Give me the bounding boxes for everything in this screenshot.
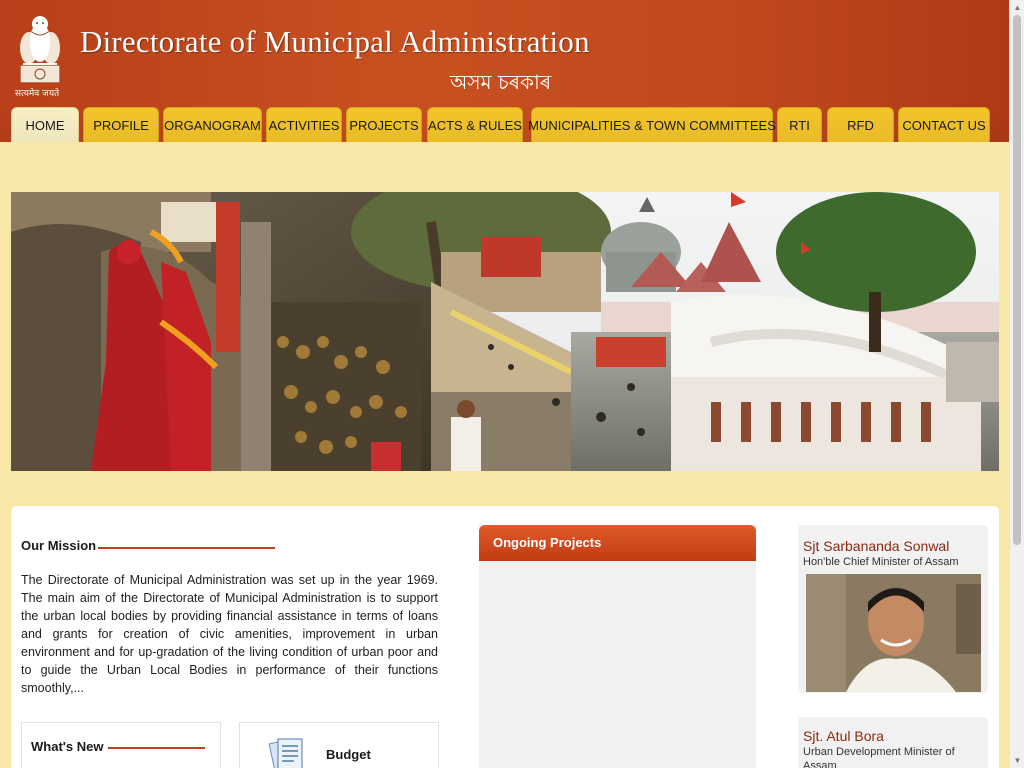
site-title[interactable]: Directorate of Municipal Administration <box>80 24 590 60</box>
ongoing-projects-panel: Ongoing Projects <box>479 525 756 768</box>
person-name[interactable]: Sjt. Atul Bora <box>803 728 884 744</box>
page-scrollbar[interactable]: ▲ ▼ <box>1009 0 1024 768</box>
nav-contact-us[interactable]: CONTACT US <box>898 107 990 142</box>
nav-organogram[interactable]: ORGANOGRAM <box>163 107 262 142</box>
budget-panel[interactable]: Budget <box>239 722 439 768</box>
main-content: Our Mission The Directorate of Municipal… <box>11 506 999 768</box>
site-subtitle: অসম চৰকাৰ <box>450 70 552 94</box>
nav-rfd[interactable]: RFD <box>827 107 894 142</box>
nav-municipalities[interactable]: MUNICIPALITIES & TOWN COMMITTEES <box>528 107 776 142</box>
whats-new-title: What's New <box>31 739 104 754</box>
person-role: Urban Development Minister of Assam <box>803 746 955 768</box>
person-name[interactable]: Sjt Sarbananda Sonwal <box>803 538 949 554</box>
site-header: सत्यमेव जयते Directorate of Municipal Ad… <box>0 0 1009 142</box>
emblem-motto: सत्यमेव जयते <box>15 89 60 99</box>
nav-profile[interactable]: PROFILE <box>83 107 159 142</box>
nav-activities[interactable]: ACTIVITIES <box>266 107 342 142</box>
mission-title-rule <box>98 547 275 549</box>
national-emblem-icon <box>20 16 60 83</box>
person-card-chief-minister[interactable]: Sjt Sarbananda Sonwal Hon'ble Chief Mini… <box>798 525 988 693</box>
page: सत्यमेव जयते Directorate of Municipal Ad… <box>0 0 1009 768</box>
nav-home[interactable]: HOME <box>11 107 79 142</box>
temple-banner-image <box>11 192 999 471</box>
nav-acts-rules[interactable]: ACTS & RULES <box>427 107 523 142</box>
ongoing-projects-header: Ongoing Projects <box>479 525 756 561</box>
scrollbar-thumb[interactable] <box>1013 15 1021 545</box>
ongoing-projects-title: Ongoing Projects <box>493 535 602 550</box>
whats-new-panel: What's New <box>21 722 221 768</box>
nav-projects[interactable]: PROJECTS <box>346 107 422 142</box>
nav-rti[interactable]: RTI <box>777 107 822 142</box>
scroll-up-arrow-icon[interactable]: ▲ <box>1010 0 1024 15</box>
person-card-ud-minister[interactable]: Sjt. Atul Bora Urban Development Ministe… <box>798 717 988 768</box>
whats-new-rule <box>108 747 205 749</box>
person-role: Hon'ble Chief Minister of Assam <box>803 556 959 568</box>
scroll-down-arrow-icon[interactable]: ▼ <box>1010 753 1024 768</box>
chief-minister-photo <box>806 574 981 692</box>
budget-title[interactable]: Budget <box>326 747 371 762</box>
mission-text: The Directorate of Municipal Administrat… <box>21 573 438 695</box>
documents-icon <box>268 738 303 768</box>
mission-title: Our Mission <box>21 538 97 553</box>
main-nav: HOME PROFILE ORGANOGRAM ACTIVITIES PROJE… <box>11 107 1009 142</box>
